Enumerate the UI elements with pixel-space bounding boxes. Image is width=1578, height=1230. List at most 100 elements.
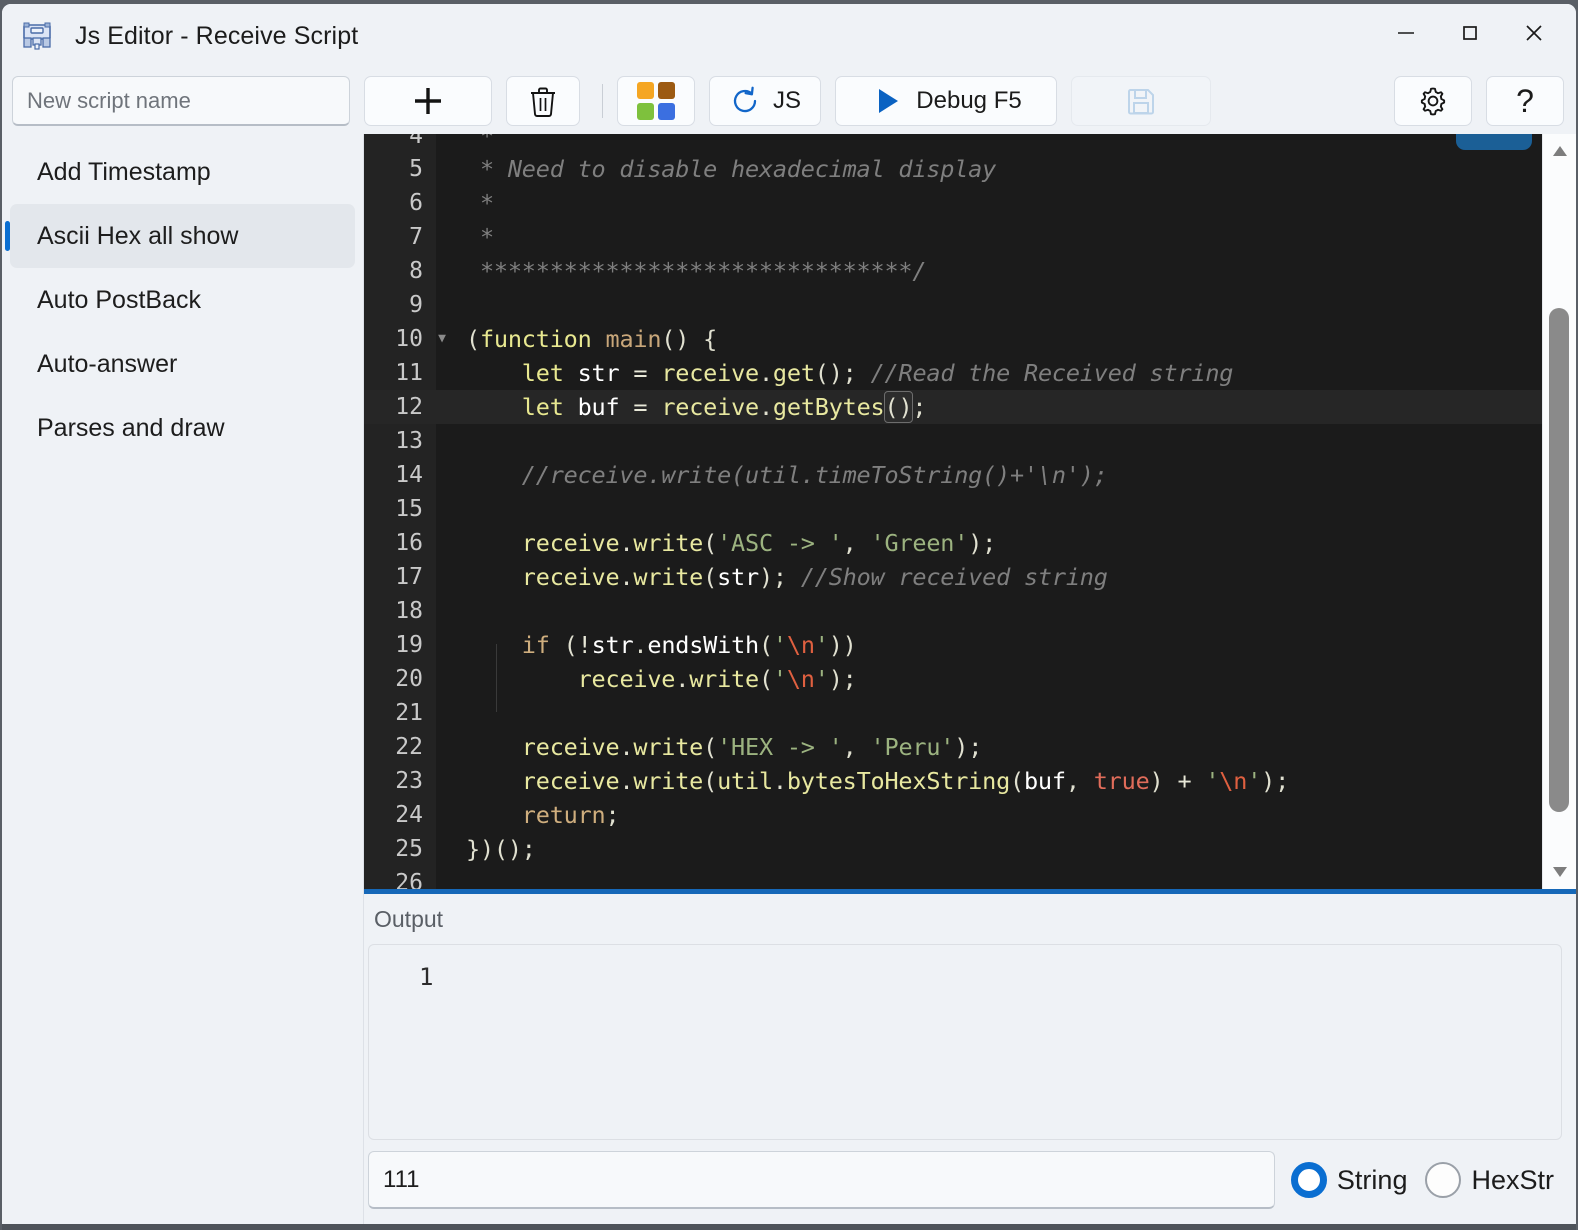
code-line: * Need to disable hexadecimal display: [466, 155, 997, 183]
sidebar-item-parses-and-draw[interactable]: Parses and draw: [10, 396, 355, 460]
serial-port-icon: [20, 19, 54, 53]
gear-icon: [1420, 87, 1446, 116]
save-button[interactable]: [1071, 76, 1211, 126]
code-line: })();: [466, 835, 536, 863]
radio-hexstr-label: HexStr: [1471, 1164, 1554, 1195]
plus-icon: [415, 88, 441, 114]
scrollbar-thumb[interactable]: [1549, 308, 1569, 812]
line-number: 22: [395, 734, 423, 760]
radio-hexstr[interactable]: [1425, 1162, 1462, 1198]
line-number: 10 ▼: [364, 322, 446, 356]
send-bar: String HexStr: [364, 1140, 1576, 1220]
window-bottom-edge: [2, 1224, 1576, 1230]
radio-string[interactable]: [1290, 1162, 1327, 1198]
scroll-down-arrow-icon[interactable]: [1543, 855, 1577, 889]
code-text[interactable]: * * Need to disable hexadecimal display …: [436, 134, 1576, 889]
line-number: 15: [395, 496, 423, 522]
sidebar-item-ascii-hex-all-show[interactable]: Ascii Hex all show: [5, 204, 355, 268]
title-bar: Js Editor - Receive Script: [2, 4, 1576, 68]
line-number: 13: [395, 428, 423, 454]
code-line: receive.write('HEX -> ', 'Peru');: [521, 733, 983, 761]
reload-icon: [733, 86, 757, 113]
window-title: Js Editor - Receive Script: [75, 21, 359, 50]
add-script-button[interactable]: [364, 76, 492, 126]
line-number: 25: [395, 836, 423, 862]
bracket-match-highlight: (): [883, 391, 914, 423]
new-script-name-input[interactable]: [12, 76, 350, 126]
editor-column: 4 5 6 7 8 9 10 ▼ 11 12 13 14 15 16 17 18…: [364, 134, 1576, 1230]
line-number: 5: [409, 156, 423, 182]
maximize-button[interactable]: [1438, 6, 1502, 60]
code-line: receive.write(str); //Show received stri…: [521, 563, 1108, 591]
toolbar: JS Debug F5 ?: [2, 68, 1576, 134]
line-number: 16: [395, 530, 423, 556]
settings-button[interactable]: [1394, 76, 1472, 126]
output-line-number: 1: [419, 963, 434, 991]
code-line: *******************************/: [466, 257, 927, 285]
help-button[interactable]: ?: [1486, 76, 1564, 126]
code-line: (function main() {: [466, 325, 718, 353]
delete-script-button[interactable]: [506, 76, 580, 126]
code-line: let str = receive.get(); //Read the Rece…: [521, 359, 1234, 387]
debug-button[interactable]: Debug F5: [835, 76, 1057, 126]
line-number-current: 12: [364, 390, 436, 424]
sidebar-item-label: Auto-answer: [37, 349, 178, 378]
sidebar-item-label: Parses and draw: [37, 413, 225, 442]
trash-icon: [531, 87, 555, 117]
script-list-sidebar[interactable]: Add Timestamp Ascii Hex all show Auto Po…: [2, 134, 364, 1230]
indent-guide: [496, 644, 497, 712]
grid-icon: [637, 82, 675, 120]
code-line-current: let buf = receive.getBytes();: [436, 390, 1576, 424]
line-number: 17: [395, 564, 423, 590]
toolbar-right-group: ?: [1380, 76, 1564, 126]
line-number: 9: [409, 292, 423, 318]
main-body: Add Timestamp Ascii Hex all show Auto Po…: [2, 134, 1576, 1230]
code-line: //receive.write(util.timeToString()+'\n'…: [521, 461, 1108, 489]
code-line: *: [466, 189, 494, 217]
output-label: Output: [374, 905, 444, 932]
editor-vertical-scrollbar[interactable]: [1542, 134, 1576, 889]
sidebar-item-auto-postback[interactable]: Auto PostBack: [10, 268, 355, 332]
fold-toggle-icon[interactable]: ▼: [436, 322, 448, 356]
code-line: *: [466, 223, 494, 251]
code-line: receive.write('\n');: [577, 665, 857, 693]
toolbar-separator: [602, 84, 603, 118]
line-number-value: 10: [395, 326, 423, 352]
line-number: 4: [409, 134, 423, 149]
code-line: *: [466, 134, 508, 150]
code-line: receive.write('ASC -> ', 'Green');: [521, 529, 997, 557]
line-number: 14: [395, 462, 423, 488]
line-number: 23: [395, 768, 423, 794]
app-window: Js Editor - Receive Script New script na…: [2, 4, 1576, 1230]
sidebar-item-label: Ascii Hex all show: [37, 221, 239, 250]
help-label: ?: [1516, 82, 1534, 119]
reload-js-button[interactable]: JS: [709, 76, 821, 126]
selection-indicator: [5, 221, 10, 251]
send-data-input[interactable]: [368, 1151, 1275, 1209]
minimize-button[interactable]: [1374, 6, 1438, 60]
line-number: 8: [409, 258, 423, 284]
editor-top-tab-stub: [1456, 134, 1532, 150]
sidebar-item-add-timestamp[interactable]: Add Timestamp: [10, 140, 355, 204]
play-icon: [879, 89, 899, 113]
scroll-up-arrow-icon[interactable]: [1543, 134, 1577, 168]
color-scheme-button[interactable]: [617, 76, 695, 126]
code-editor[interactable]: 4 5 6 7 8 9 10 ▼ 11 12 13 14 15 16 17 18…: [364, 134, 1576, 894]
debug-label: Debug F5: [916, 87, 1022, 114]
format-radio-group[interactable]: String HexStr: [1290, 1162, 1562, 1198]
line-number: 6: [409, 190, 423, 216]
output-panel[interactable]: 1: [368, 944, 1562, 1140]
line-number: 26: [395, 870, 423, 894]
window-controls: [1374, 6, 1566, 60]
line-number: 24: [395, 802, 423, 828]
save-icon: [1128, 89, 1154, 115]
sidebar-item-auto-answer[interactable]: Auto-answer: [10, 332, 355, 396]
line-number-gutter: 4 5 6 7 8 9 10 ▼ 11 12 13 14 15 16 17 18…: [364, 134, 446, 889]
js-label: JS: [772, 87, 801, 114]
close-button[interactable]: [1502, 6, 1566, 60]
